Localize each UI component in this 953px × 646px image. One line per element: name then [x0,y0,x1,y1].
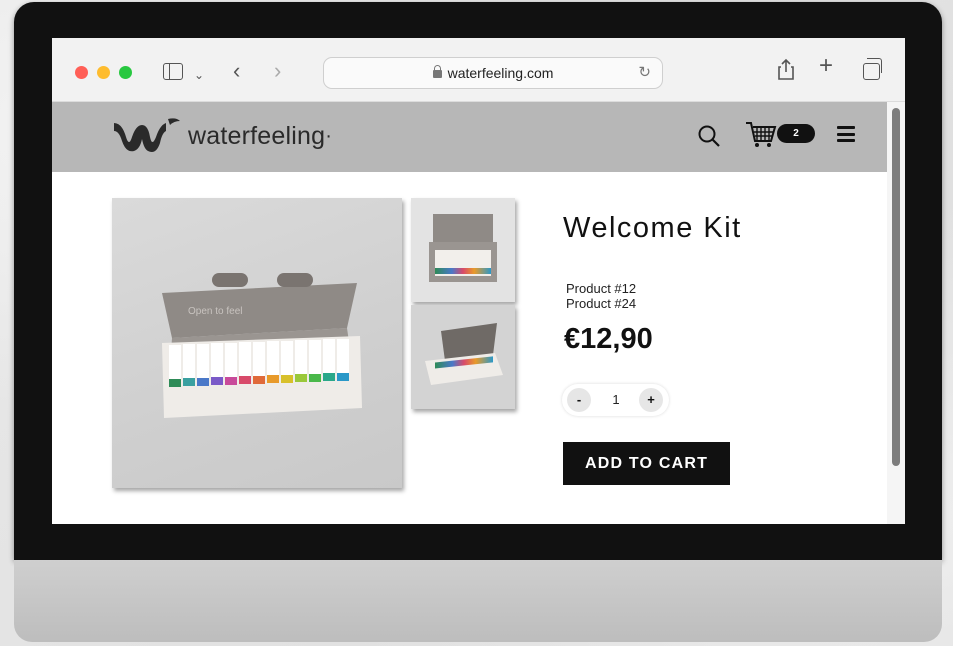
cart-count-badge[interactable]: 2 [777,124,815,143]
reload-icon[interactable]: ↻ [638,58,651,88]
browser-toolbar: ⌄ ‹ › waterfeeling.com ↻ + [52,38,905,102]
logo-mark-icon [114,118,180,152]
back-icon[interactable]: ‹ [233,60,240,82]
lock-icon [432,65,442,78]
chevron-down-icon[interactable]: ⌄ [194,65,204,85]
web-page: waterfeeling · 2 Open to feel Welcome Ki… [52,102,887,524]
scrollbar-thumb[interactable] [892,108,900,466]
logo-text: waterfeeling [188,121,326,150]
monitor-chin [14,560,942,642]
sidebar-icon[interactable] [163,63,183,80]
close-window-button[interactable] [75,66,88,79]
minimize-window-button[interactable] [97,66,110,79]
forward-icon[interactable]: › [274,60,281,82]
share-icon[interactable] [777,58,795,84]
box-lid-text: Open to feel [188,306,242,317]
plus-icon[interactable]: + [819,54,833,78]
logo-dot: · [325,124,332,147]
imac: ⌄ ‹ › waterfeeling.com ↻ + waterfeeling … [14,2,942,642]
menu-icon[interactable] [837,126,855,142]
site-logo[interactable]: waterfeeling · [112,117,332,155]
address-bar[interactable]: waterfeeling.com ↻ [323,57,663,89]
variant-option-1[interactable]: Product #12 [566,281,636,296]
product-thumbnail-2[interactable] [411,305,515,409]
product-title: Welcome Kit [563,212,742,244]
browser-window: ⌄ ‹ › waterfeeling.com ↻ + waterfeeling … [52,38,905,524]
url-text: waterfeeling.com [447,65,554,81]
page-scrollbar[interactable] [887,102,905,524]
add-to-cart-button[interactable]: ADD TO CART [563,442,730,485]
product-price: €12,90 [564,323,653,355]
zoom-window-button[interactable] [119,66,132,79]
cart-icon[interactable] [745,119,779,154]
site-header: waterfeeling · 2 [52,102,887,172]
product-main-image[interactable]: Open to feel [112,198,402,488]
tabs-icon[interactable] [863,58,882,80]
quantity-value[interactable]: 1 [604,384,628,416]
quantity-increase-button[interactable]: + [639,388,663,412]
variant-option-2[interactable]: Product #24 [566,296,636,311]
quantity-stepper: - 1 + [562,384,669,416]
quantity-decrease-button[interactable]: - [567,388,591,412]
search-icon[interactable] [697,124,721,153]
product-thumbnail-1[interactable] [411,198,515,302]
